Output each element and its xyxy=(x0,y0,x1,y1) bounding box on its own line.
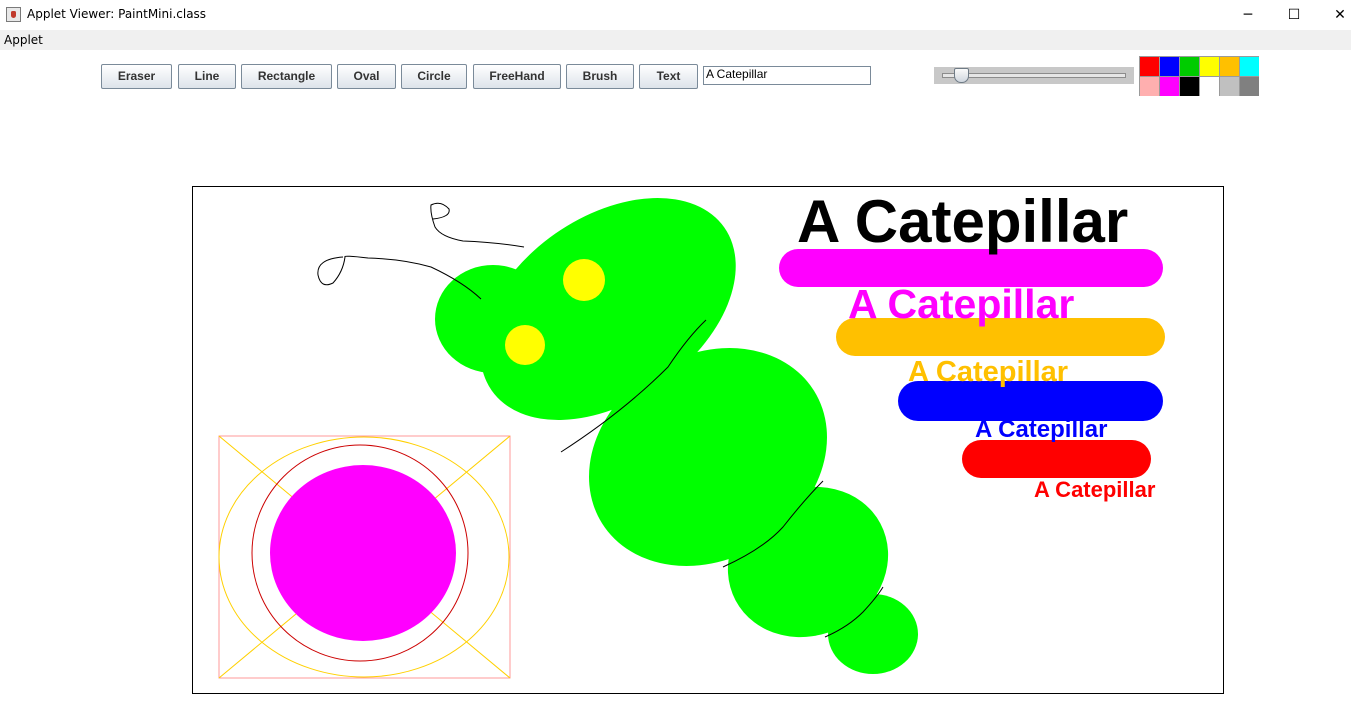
color-swatch[interactable] xyxy=(1240,57,1259,76)
oval-button[interactable]: Oval xyxy=(337,64,396,89)
minimize-button[interactable]: ─ xyxy=(1225,0,1271,30)
color-swatch[interactable] xyxy=(1240,77,1259,96)
text-stamp-blue: A Catepillar xyxy=(975,416,1108,443)
magenta-ball xyxy=(270,465,456,641)
brush-button[interactable]: Brush xyxy=(566,64,634,89)
color-swatch[interactable] xyxy=(1140,57,1159,76)
menu-bar: Applet xyxy=(0,30,1351,50)
brush-size-slider[interactable] xyxy=(934,67,1134,84)
caterpillar-eye xyxy=(563,259,605,301)
text-input[interactable]: A Catepillar xyxy=(703,66,871,85)
menu-applet[interactable]: Applet xyxy=(4,33,43,47)
color-swatch[interactable] xyxy=(1160,57,1179,76)
drawing-canvas[interactable]: A Catepillar A Catepillar A Catepillar A… xyxy=(192,186,1224,694)
text-stamp-red: A Catepillar xyxy=(1034,477,1156,502)
text-stamp-orange: A Catepillar xyxy=(908,356,1069,388)
eraser-button[interactable]: Eraser xyxy=(101,64,172,89)
text-stamp-magenta: A Catepillar xyxy=(848,281,1075,327)
caterpillar-eye xyxy=(505,325,545,365)
color-swatch[interactable] xyxy=(1140,77,1159,96)
color-swatch[interactable] xyxy=(1160,77,1179,96)
freehand-button[interactable]: FreeHand xyxy=(473,64,561,89)
line-button[interactable]: Line xyxy=(178,64,236,89)
color-swatch[interactable] xyxy=(1180,77,1199,96)
slider-track xyxy=(942,73,1126,78)
close-button[interactable]: ✕ xyxy=(1317,0,1351,30)
slider-thumb[interactable] xyxy=(954,68,969,83)
circle-button[interactable]: Circle xyxy=(401,64,467,89)
text-button[interactable]: Text xyxy=(639,64,698,89)
color-swatch[interactable] xyxy=(1220,77,1239,96)
maximize-button[interactable]: ☐ xyxy=(1271,0,1317,30)
color-swatch[interactable] xyxy=(1180,57,1199,76)
color-palette xyxy=(1139,56,1259,96)
title-bar: Applet Viewer: PaintMini.class ─ ☐ ✕ xyxy=(0,0,1351,30)
color-swatch[interactable] xyxy=(1220,57,1239,76)
java-app-icon xyxy=(6,7,21,22)
window-title: Applet Viewer: PaintMini.class xyxy=(27,7,207,21)
rectangle-button[interactable]: Rectangle xyxy=(241,64,332,89)
text-stamp-black: A Catepillar xyxy=(797,188,1129,255)
color-swatch[interactable] xyxy=(1200,57,1219,76)
color-swatch[interactable] xyxy=(1200,77,1219,96)
